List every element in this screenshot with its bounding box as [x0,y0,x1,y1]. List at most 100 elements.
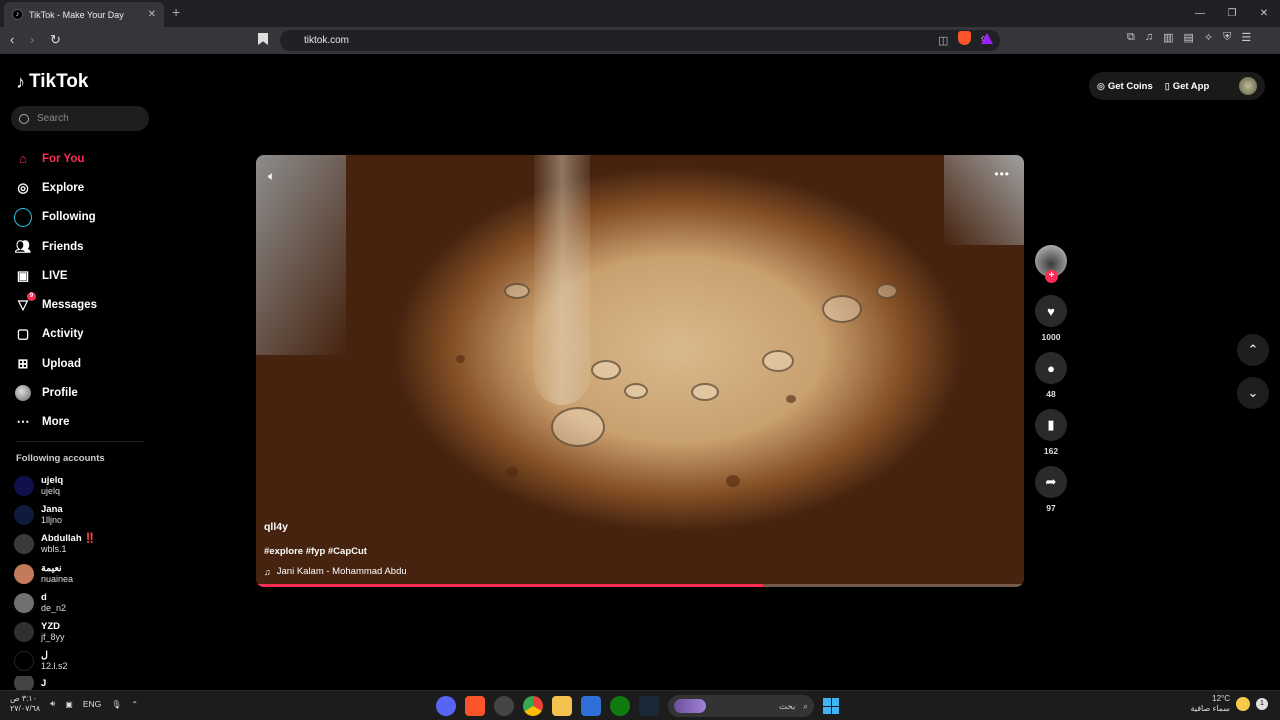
file-explorer-icon[interactable] [552,696,572,716]
xbox-icon[interactable] [610,696,630,716]
sidebar-item-messages[interactable]: ▽ 9 Messages [14,290,154,319]
sidebar-icon[interactable]: ▥ [1163,31,1173,44]
user-avatar[interactable] [1239,77,1257,95]
bookmark-icon[interactable] [258,33,268,45]
previous-video-button[interactable]: ⌃ [1237,334,1269,366]
address-bar[interactable]: tiktok.com ◫ ▭ ⇪ [280,30,1000,51]
new-tab-button[interactable]: + [172,4,180,20]
steam-icon[interactable] [639,696,659,716]
foam-bubble [591,360,621,380]
media-icon[interactable]: ♫ [1145,31,1153,44]
sidebar-item-profile[interactable]: Profile [14,378,154,407]
search-input[interactable] [37,113,137,124]
tab-close-icon[interactable]: ✕ [148,9,156,20]
account-handle: wbls.1 [41,544,67,555]
list-item[interactable]: Jana 1lljno [14,500,154,529]
back-icon[interactable]: ‹ [10,32,14,47]
weather-widget[interactable]: 12°C سماء صافية [1190,694,1230,714]
get-app-label: Get App [1172,80,1210,92]
forward-icon[interactable]: › [30,32,34,47]
list-item[interactable]: d de_n2 [14,588,154,617]
close-window-button[interactable]: ✕ [1248,0,1280,27]
more-options-icon[interactable]: ••• [994,167,1010,181]
more-icon: ⋯ [16,414,30,430]
browser-tab-tiktok[interactable]: ♪ TikTok - Make Your Day ✕ [4,2,164,27]
brave-extensions [958,31,993,45]
discord-icon[interactable] [436,696,456,716]
list-item[interactable]: ujelq ujelq [14,471,154,500]
list-item[interactable]: Abdullah ‼️ wbls.1 [14,530,154,559]
list-item[interactable]: YZD jf_8yy [14,617,154,646]
home-icon: ⌂ [19,151,27,167]
following-ring-icon [14,207,32,227]
screenshot-icon[interactable]: ⧉ [1127,31,1135,44]
music-note-icon: ♫ [264,566,271,577]
microphone-icon[interactable]: 🎙︎ [111,700,121,709]
obs-icon[interactable] [494,696,514,716]
account-name: نعيمة [41,562,62,574]
search-box[interactable] [11,106,149,131]
pot-rim-left [256,155,346,355]
reader-mode-icon[interactable]: ◫ [938,34,948,47]
upload-icon: ⊞ [17,355,29,371]
search-icon [19,113,29,124]
language-indicator[interactable]: ENG [83,699,101,709]
brave-rewards-icon[interactable] [981,33,993,44]
avatar [14,592,34,613]
sidebar-item-following[interactable]: Following [14,203,154,232]
notification-badge[interactable]: 1 [1256,698,1268,710]
video-music[interactable]: ♫ Jani Kalam - Mohammad Abdu [264,566,407,577]
wallet-icon[interactable]: ▤ [1184,31,1194,44]
sidebar-item-more[interactable]: ⋯ More [14,408,154,437]
like-button[interactable]: ♥ [1035,295,1067,327]
system-clock[interactable]: ٣:١٠ ص ٢٧/٠٧/٦٨ [10,694,40,714]
sidebar-item-friends[interactable]: 👥︎ Friends [14,232,154,261]
vpn-shield-icon[interactable]: ⛨ [1223,31,1231,44]
volume-icon[interactable]: 🔈︎ [268,169,275,184]
sidebar-item-for-you[interactable]: ⌂ For You [14,144,154,173]
brave-shield-icon[interactable] [958,31,971,45]
list-item[interactable]: J [14,676,154,691]
tray-overflow-icon[interactable]: ⌃ [131,700,138,709]
video-hashtags[interactable]: #explore #fyp #CapCut [264,546,407,557]
get-coins-button[interactable]: ◎ Get Coins [1097,81,1153,92]
sidebar-item-activity[interactable]: ▢ Activity [14,320,154,349]
sidebar-item-live[interactable]: ▣ LIVE [14,261,154,290]
save-button[interactable]: ▮ [1035,409,1067,441]
video-player[interactable]: 🔈︎ ••• qll4y #explore #fyp #CapCut ♫ Jan… [256,155,1024,587]
comment-button[interactable]: ● [1035,352,1067,384]
video-progress-bar[interactable] [256,584,1024,587]
sidebar-item-explore[interactable]: ◎ Explore [14,173,154,202]
chrome-icon[interactable] [523,696,543,716]
reload-icon[interactable]: ↻ [50,32,61,48]
leo-ai-icon[interactable]: ✧ [1204,31,1213,44]
brave-icon[interactable] [465,696,485,716]
follow-plus-icon[interactable]: + [1045,270,1058,283]
minimize-button[interactable]: — [1184,0,1216,27]
network-icon[interactable]: ▣ [65,700,73,709]
menu-icon[interactable]: ☰ [1241,31,1251,44]
speaker-icon[interactable]: 🔊︎ [50,699,55,709]
sidebar-item-upload[interactable]: ⊞ Upload [14,349,154,378]
share-button[interactable]: ➦ [1035,466,1067,498]
list-item[interactable]: نعيمة nuainea [14,559,154,588]
sidebar-item-label: Upload [42,357,81,370]
video-author[interactable]: qll4y [264,521,407,533]
taskbar-search[interactable]: بحث ⌕ [668,695,814,717]
video-info: qll4y #explore #fyp #CapCut ♫ Jani Kalam… [264,521,407,577]
get-app-button[interactable]: ▯ Get App [1165,81,1210,92]
sidebar-item-label: Messages [42,299,97,312]
windows-start-icon[interactable] [823,698,839,714]
creator-avatar[interactable]: + [1035,245,1067,283]
avatar [14,534,34,555]
clock-date: ٢٧/٠٧/٦٨ [10,704,41,713]
maximize-button[interactable]: ❐ [1216,0,1248,27]
list-item[interactable]: ل 12.l.s2 [14,647,154,676]
store-icon[interactable] [581,696,601,716]
next-video-button[interactable]: ⌄ [1237,377,1269,409]
sidebar-item-label: Following [42,211,96,224]
tiktok-logo[interactable]: ♪ TikTok [16,71,88,93]
coin-icon: ◎ [1097,80,1105,91]
foam-dot [456,355,465,363]
taskbar-tray-right: 12°C سماء صافية 1 [1190,694,1268,714]
